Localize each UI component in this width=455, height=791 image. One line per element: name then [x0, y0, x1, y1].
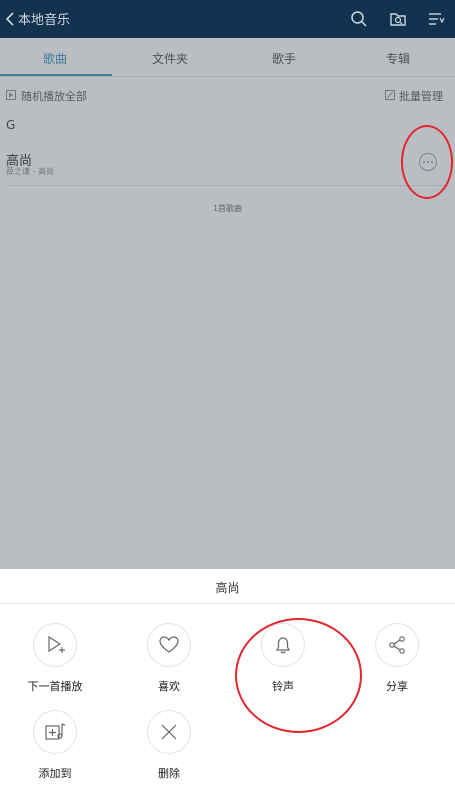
sort-icon[interactable]: [427, 10, 445, 28]
play-next-label: 下一首播放: [27, 680, 83, 693]
app-header: 本地音乐: [0, 0, 455, 38]
page-title: 本地音乐: [18, 13, 71, 28]
like-button[interactable]: 喜欢: [119, 623, 219, 694]
share-label: 分享: [386, 680, 408, 693]
search-icon[interactable]: [350, 10, 368, 28]
modal-backdrop[interactable]: [0, 38, 455, 569]
back-icon[interactable]: [4, 11, 16, 27]
annotation-circle-ringtone: [235, 618, 362, 733]
folder-search-icon[interactable]: [389, 10, 407, 28]
delete-button[interactable]: 删除: [119, 710, 219, 781]
add-to-playlist-icon: [33, 710, 77, 754]
sheet-title: 高尚: [215, 581, 240, 595]
action-sheet: 高尚 下一首播放 喜欢 铃声 分享 添加到 删除: [0, 569, 455, 791]
heart-icon: [147, 623, 191, 667]
sheet-divider: [0, 603, 455, 604]
close-icon: [147, 710, 191, 754]
add-to-label: 添加到: [38, 767, 72, 780]
add-to-button[interactable]: 添加到: [5, 710, 105, 781]
annotation-circle-more: [401, 125, 453, 199]
play-next-button[interactable]: 下一首播放: [5, 623, 105, 694]
delete-label: 删除: [158, 767, 180, 780]
share-button[interactable]: 分享: [347, 623, 447, 694]
like-label: 喜欢: [158, 680, 180, 693]
share-icon: [375, 623, 419, 667]
play-next-icon: [33, 623, 77, 667]
